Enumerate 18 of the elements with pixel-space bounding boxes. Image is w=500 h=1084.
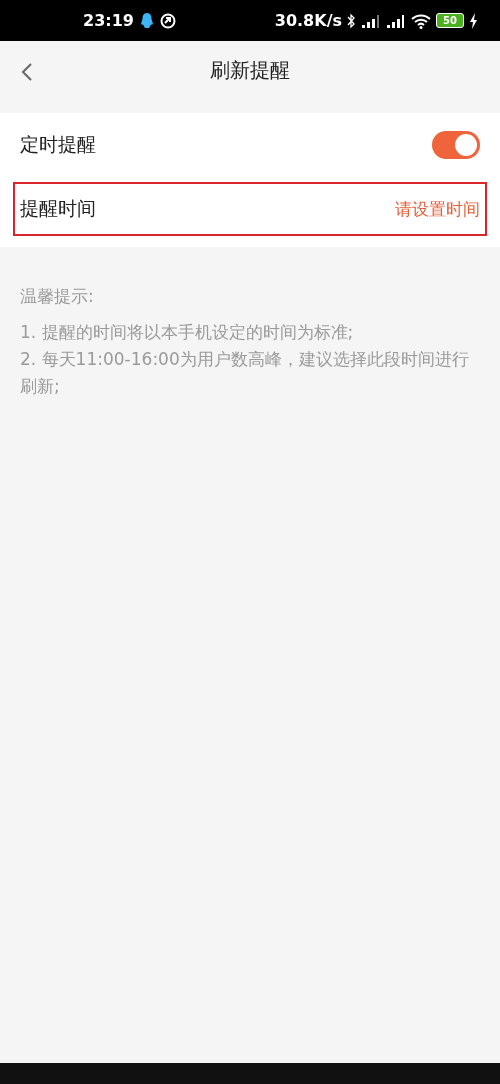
penguin-icon xyxy=(139,11,154,30)
back-icon xyxy=(20,62,34,82)
tips-title: 温馨提示: xyxy=(20,285,95,308)
battery-level: 50 xyxy=(436,13,464,28)
setting-label: 提醒时间 xyxy=(20,196,96,221)
page-title: 刷新提醒 xyxy=(210,57,290,84)
setting-label: 定时提醒 xyxy=(20,132,96,157)
signal-icon xyxy=(386,12,406,29)
tip-text: 2. 每天11:00-16:00为用户数高峰，建议选择此段时间进行刷新; xyxy=(20,348,470,398)
bluetooth-icon xyxy=(347,12,356,29)
toggle-switch[interactable] xyxy=(432,131,480,159)
signal-icon xyxy=(361,12,381,29)
wifi-icon xyxy=(411,12,431,29)
lightning-icon xyxy=(469,12,478,29)
time-value-link[interactable]: 请设置时间 xyxy=(395,197,480,221)
clock-time: 23:19 xyxy=(83,11,134,30)
tip-text: 1. 提醒的时间将以本手机设定的时间为标准; xyxy=(20,321,355,344)
network-speed: 30.8K/s xyxy=(274,11,342,30)
